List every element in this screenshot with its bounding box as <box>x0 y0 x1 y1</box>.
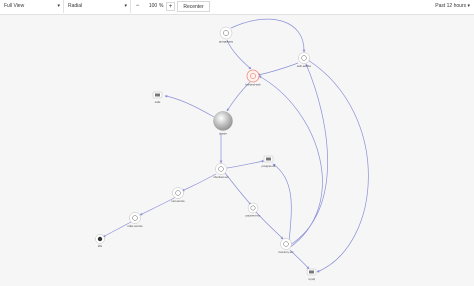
node-cart-service[interactable]: cart-service <box>171 187 185 204</box>
node-label: mysql <box>308 277 315 281</box>
chevron-down-icon: ▾ <box>467 3 470 9</box>
node-label: payment-svc <box>246 214 261 218</box>
service-graph[interactable]: api-gateway auth-service frontend-web re… <box>0 15 474 286</box>
edge <box>224 172 252 206</box>
time-range-select[interactable]: Past 12 hours ▾ <box>435 0 470 13</box>
node-postgres-db[interactable]: postgres-db <box>262 155 276 168</box>
zoom-unit: % <box>159 3 164 9</box>
node-label: frontend-web <box>245 83 261 87</box>
node-mysql[interactable]: mysql <box>306 268 317 281</box>
node-checkout-svc[interactable]: checkout-svc <box>213 163 229 180</box>
node-label: order-service <box>127 224 143 228</box>
edge <box>226 160 265 169</box>
zoom-in-button[interactable]: + <box>166 2 175 11</box>
edge <box>164 94 215 118</box>
host-icon <box>97 236 103 242</box>
edges <box>102 18 369 273</box>
node-label: inventory-svc <box>278 250 294 254</box>
node-label: redis <box>155 100 161 104</box>
node-cluster[interactable]: cluster <box>213 111 233 136</box>
edge <box>307 59 369 273</box>
node-label: api-gateway <box>219 40 234 44</box>
edge <box>289 63 328 246</box>
database-icon <box>309 270 314 274</box>
view-select-label: Full View <box>4 3 25 9</box>
node-redis[interactable]: redis <box>152 91 163 104</box>
edge <box>272 163 292 243</box>
view-select[interactable]: Full View ▾ <box>0 0 64 13</box>
edge <box>257 62 299 76</box>
node-auth-service[interactable]: auth-service <box>297 52 312 69</box>
node-k8s[interactable]: k8s <box>95 234 105 249</box>
database-icon <box>266 157 271 161</box>
edge <box>226 39 252 70</box>
chevron-down-icon: ▾ <box>124 3 127 9</box>
toolbar: Full View ▾ Radial ▾ − 100 % + Recenter … <box>0 0 474 15</box>
node-label: postgres-db <box>262 164 276 168</box>
database-icon <box>155 93 160 97</box>
node-label: k8s <box>98 244 103 248</box>
chevron-down-icon: ▾ <box>57 3 60 9</box>
recenter-button[interactable]: Recenter <box>177 1 210 12</box>
layout-select-label: Radial <box>68 3 83 9</box>
node-api-gateway[interactable]: api-gateway <box>219 26 234 44</box>
node-label: cart-service <box>171 199 185 203</box>
node-label: auth-service <box>297 64 312 68</box>
node-frontend-web[interactable]: frontend-web <box>245 69 261 87</box>
node-label: cluster <box>219 132 227 136</box>
zoom-out-button[interactable]: − <box>133 0 142 13</box>
cluster-icon <box>213 111 233 131</box>
time-range-label: Past 12 hours <box>435 3 467 9</box>
node-payment-svc[interactable]: payment-svc <box>246 202 261 218</box>
edge <box>181 173 217 192</box>
edge <box>230 18 306 53</box>
layout-select[interactable]: Radial ▾ <box>64 0 131 13</box>
node-label: checkout-svc <box>213 175 229 179</box>
